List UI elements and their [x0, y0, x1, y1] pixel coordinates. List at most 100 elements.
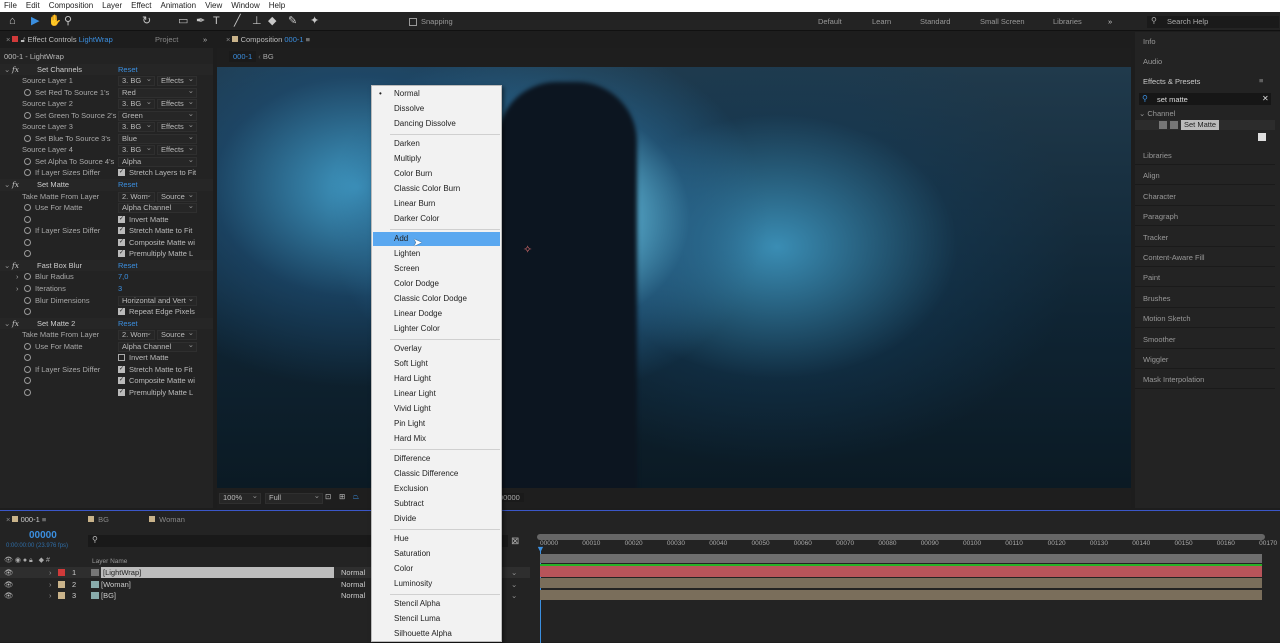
info-panel-tab[interactable]: Info: [1143, 37, 1156, 46]
blend-mode-silhouette-alpha[interactable]: Silhouette Alpha: [373, 627, 500, 641]
current-timecode[interactable]: 00000: [29, 530, 57, 541]
effect-controls-tab[interactable]: × 🔓︎ Effect Controls LightWrap: [6, 32, 113, 48]
composition-tab[interactable]: × Composition 000-1 ≡: [226, 32, 310, 48]
expand-panels-icon[interactable]: »: [203, 32, 207, 48]
brush-tool-icon[interactable]: ╱: [234, 15, 241, 28]
blend-mode-classic-difference[interactable]: Classic Difference: [373, 467, 500, 481]
clear-search-icon[interactable]: ✕: [1262, 94, 1269, 103]
pen-tool-icon[interactable]: ✒: [196, 15, 205, 28]
stopwatch-icon[interactable]: [24, 111, 31, 119]
twirl-right-icon[interactable]: ›: [49, 590, 52, 601]
blend-mode-hard-light[interactable]: Hard Light: [373, 372, 500, 386]
property-dropdown[interactable]: 3. BG: [118, 99, 155, 110]
property-dropdown[interactable]: 2. Wom: [118, 330, 155, 341]
hand-tool-icon[interactable]: ✋: [48, 15, 62, 28]
panel-tab-libraries[interactable]: Libraries: [1143, 151, 1172, 160]
blend-mode-hue[interactable]: Hue: [373, 532, 500, 546]
blend-mode-vivid-light[interactable]: Vivid Light: [373, 402, 500, 416]
stopwatch-icon[interactable]: [24, 227, 31, 235]
stopwatch-icon[interactable]: [24, 169, 31, 177]
effect-name[interactable]: Set Channels: [37, 64, 82, 76]
checkbox[interactable]: ✓: [118, 250, 125, 258]
property-dropdown[interactable]: 3. BG: [118, 145, 155, 156]
checkbox[interactable]: ✓: [118, 169, 125, 177]
stopwatch-icon[interactable]: [24, 204, 31, 212]
fx-toggle-icon[interactable]: fx: [12, 318, 19, 330]
blend-mode-darken[interactable]: Darken: [373, 137, 500, 151]
stopwatch-icon[interactable]: [24, 296, 31, 304]
blend-mode-hard-mix[interactable]: Hard Mix: [373, 432, 500, 446]
panel-tab-content-aware-fill[interactable]: Content-Aware Fill: [1143, 253, 1205, 262]
menu-layer[interactable]: Layer: [102, 0, 122, 12]
menu-file[interactable]: File: [4, 0, 17, 12]
home-icon[interactable]: ⌂: [9, 15, 16, 28]
stopwatch-icon[interactable]: [24, 365, 31, 373]
stopwatch-icon[interactable]: [24, 388, 31, 396]
blend-mode-color[interactable]: Color: [373, 562, 500, 576]
layer-mode-dropdown[interactable]: Normal: [341, 579, 365, 590]
blend-mode-difference[interactable]: Difference: [373, 452, 500, 466]
effects-search-input[interactable]: ⚲ set matte ✕: [1139, 93, 1271, 105]
blend-mode-luminosity[interactable]: Luminosity: [373, 577, 500, 591]
stopwatch-icon[interactable]: [24, 157, 31, 165]
label-color-swatch[interactable]: [58, 592, 65, 600]
timeline-tab-woman[interactable]: Woman: [149, 515, 185, 524]
blend-mode-classic-color-dodge[interactable]: Classic Color Dodge: [373, 292, 500, 306]
snapping-checkbox[interactable]: [409, 18, 417, 26]
menu-composition[interactable]: Composition: [49, 0, 93, 12]
property-dropdown[interactable]: 3. BG: [118, 76, 155, 87]
twirl-down-icon[interactable]: ⌄: [4, 179, 10, 191]
blend-mode-pin-light[interactable]: Pin Light: [373, 417, 500, 431]
panel-tab-mask-interpolation[interactable]: Mask Interpolation: [1143, 375, 1204, 384]
blend-mode-overlay[interactable]: Overlay: [373, 342, 500, 356]
anchor-point-icon[interactable]: ✧: [523, 243, 532, 256]
stopwatch-icon[interactable]: [24, 134, 31, 142]
project-tab[interactable]: Project: [155, 32, 178, 48]
blend-mode-stencil-luma[interactable]: Stencil Luma: [373, 612, 500, 626]
property-dropdown[interactable]: Effects: [157, 145, 197, 156]
panel-tab-brushes[interactable]: Brushes: [1143, 294, 1171, 303]
roto-brush-icon[interactable]: ✎: [288, 15, 297, 28]
stopwatch-icon[interactable]: [24, 273, 31, 281]
rotate-tool-icon[interactable]: ↻: [142, 15, 151, 28]
blend-mode-add[interactable]: Add: [373, 232, 500, 246]
set-matte-effect[interactable]: Set Matte: [1181, 120, 1220, 130]
checkbox[interactable]: ✓: [118, 388, 125, 396]
effect-name[interactable]: Set Matte 2: [37, 318, 75, 330]
blend-mode-soft-light[interactable]: Soft Light: [373, 357, 500, 371]
eye-icon[interactable]: 👁︎: [4, 567, 14, 578]
trkmat-dropdown-icon[interactable]: ⌄: [511, 567, 517, 578]
blend-mode-darker-color[interactable]: Darker Color: [373, 212, 500, 226]
blend-mode-color-dodge[interactable]: Color Dodge: [373, 277, 500, 291]
reset-button[interactable]: Reset: [118, 64, 138, 76]
checkbox[interactable]: ✓: [118, 215, 125, 223]
property-dropdown[interactable]: Effects: [157, 99, 197, 110]
stopwatch-icon[interactable]: [24, 377, 31, 385]
checkbox[interactable]: [118, 354, 125, 362]
more-workspaces-icon[interactable]: »: [1108, 17, 1112, 26]
eye-icon[interactable]: 👁︎: [4, 579, 14, 590]
panel-tab-smoother[interactable]: Smoother: [1143, 335, 1176, 344]
audio-panel-tab[interactable]: Audio: [1143, 57, 1162, 66]
new-folder-icon[interactable]: [1258, 133, 1266, 141]
property-dropdown[interactable]: Green: [118, 110, 197, 121]
breadcrumb-bg[interactable]: BG: [263, 52, 274, 61]
timeline-tab-bg[interactable]: BG: [88, 515, 109, 524]
twirl-right-icon[interactable]: ›: [16, 283, 19, 295]
workspace-learn[interactable]: Learn: [872, 17, 891, 26]
twirl-down-icon[interactable]: ⌄: [4, 64, 10, 76]
checkbox[interactable]: ✓: [118, 365, 125, 373]
property-dropdown[interactable]: Effects: [157, 122, 197, 133]
rectangle-tool-icon[interactable]: ▭: [178, 15, 188, 28]
stopwatch-icon[interactable]: [24, 342, 31, 350]
breadcrumb-000-1[interactable]: 000-1: [229, 51, 257, 62]
timeline-tab-000-1[interactable]: × 000-1 ≡: [6, 515, 46, 524]
stopwatch-icon[interactable]: [24, 88, 31, 96]
composition-viewer[interactable]: ✧: [217, 67, 1131, 488]
fx-toggle-icon[interactable]: fx: [12, 260, 19, 272]
blend-mode-normal[interactable]: • Normal: [373, 87, 500, 101]
blend-mode-subtract[interactable]: Subtract: [373, 497, 500, 511]
puppet-pin-icon[interactable]: ✦: [310, 15, 319, 28]
checkbox[interactable]: ✓: [118, 227, 125, 235]
reset-button[interactable]: Reset: [118, 179, 138, 191]
